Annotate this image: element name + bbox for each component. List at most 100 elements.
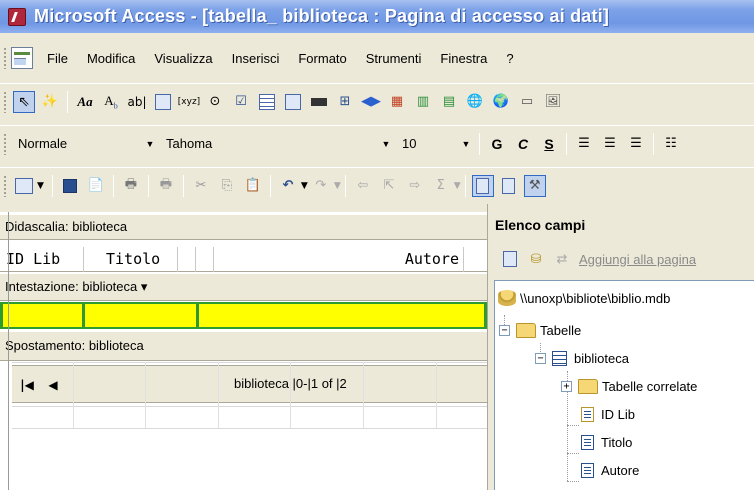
checkbox-icon[interactable]: ☑ [230, 91, 252, 113]
control-wizards-icon[interactable]: ✨ [39, 91, 61, 113]
add-to-page-link[interactable]: Aggiungi alla pagina [579, 252, 696, 267]
field-list-icon[interactable] [471, 174, 494, 197]
font-size-select[interactable]: 10 ▼ [395, 133, 475, 155]
tree-node-tables[interactable]: − Tabelle [499, 319, 581, 341]
chevron-down-icon[interactable]: ▼ [301, 181, 308, 191]
chevron-down-icon[interactable]: ▼ [37, 181, 44, 191]
document-icon[interactable] [11, 47, 33, 69]
navigation-section-bar[interactable]: Spostamento: biblioteca [0, 331, 487, 361]
tree-node-table[interactable]: − biblioteca [535, 347, 629, 369]
office-spreadsheet-icon[interactable]: ▤ [438, 91, 460, 113]
access-app-icon[interactable] [8, 7, 26, 26]
image-icon[interactable]: 🖼 [542, 91, 564, 113]
record-navigator[interactable]: |◀ ◀ biblioteca |0-|1 of |2 [12, 365, 487, 403]
chevron-down-icon[interactable]: ▼ [378, 139, 394, 149]
option-button-icon[interactable]: ⊙ [204, 91, 226, 113]
chevron-down-icon[interactable]: ▼ [454, 181, 461, 191]
menu-inserisci[interactable]: Inserisci [232, 51, 280, 66]
save-icon[interactable] [59, 175, 81, 197]
menu-modifica[interactable]: Modifica [87, 51, 135, 66]
toolbar-grip[interactable] [3, 132, 7, 155]
header-row-fields[interactable] [0, 302, 487, 329]
record-navigation-icon[interactable]: ◀▶ [360, 91, 382, 113]
collapse-icon[interactable]: − [535, 352, 546, 364]
header-section-bar[interactable]: Intestazione: biblioteca ▾ [0, 273, 487, 301]
undo-icon[interactable]: ↶ [277, 175, 299, 197]
menu-file[interactable]: File [47, 51, 68, 66]
database-connection-icon[interactable]: ⛁ [525, 248, 547, 270]
underline-button[interactable]: S [538, 133, 560, 155]
expand-icon[interactable]: + [561, 380, 572, 392]
database-icon [498, 290, 516, 306]
print-preview-icon[interactable]: 🖶 [155, 175, 177, 197]
align-right-icon[interactable]: ☰ [625, 133, 647, 155]
menu-strumenti[interactable]: Strumenti [366, 51, 422, 66]
print-icon[interactable]: 🖶 [120, 175, 142, 197]
group-icon[interactable]: ⇱ [378, 175, 400, 197]
font-select[interactable]: Tahoma ▼ [159, 133, 395, 155]
previous-record-icon[interactable]: ◀ [42, 374, 64, 396]
office-chart-icon[interactable]: ▥ [412, 91, 434, 113]
chevron-down-icon[interactable]: ▼ [142, 139, 158, 149]
label-icon[interactable]: Aa [74, 91, 96, 113]
grid-line [145, 362, 146, 428]
properties-icon[interactable]: ⚒ [523, 174, 546, 197]
collapse-icon[interactable]: − [499, 324, 510, 336]
add-to-page-icon[interactable]: ⇄ [551, 248, 573, 270]
caption-section-bar[interactable]: Didascalia: biblioteca [0, 214, 487, 240]
hyperlink-icon[interactable]: 🌐 [464, 91, 486, 113]
web-page-preview-icon[interactable]: 📄 [85, 175, 107, 197]
menu-visualizza[interactable]: Visualizza [154, 51, 212, 66]
style-select[interactable]: Normale ▼ [11, 133, 159, 155]
tree-node-field[interactable]: Autore [581, 459, 639, 481]
dropdown-list-icon[interactable] [152, 91, 174, 113]
align-center-icon[interactable]: ☰ [599, 133, 621, 155]
bound-span-icon[interactable]: Ab [100, 91, 122, 113]
view-icon[interactable] [13, 175, 35, 197]
office-pivottable-icon[interactable]: ▦ [386, 91, 408, 113]
expand-icon[interactable]: ⊞ [334, 91, 356, 113]
column-caption[interactable]: ID Lib [4, 247, 84, 272]
textbox-icon[interactable]: ab| [126, 91, 148, 113]
image-hyperlink-icon[interactable]: 🌍 [490, 91, 512, 113]
create-new-page-icon[interactable] [499, 248, 521, 270]
scrolling-text-icon[interactable]: [xyz] [178, 91, 200, 113]
redo-icon[interactable]: ↷ [310, 175, 332, 197]
table-icon [552, 350, 567, 366]
movie-icon[interactable]: ▭ [516, 91, 538, 113]
bold-button[interactable]: G [486, 133, 508, 155]
menu-formato[interactable]: Formato [298, 51, 346, 66]
listbox-icon[interactable] [256, 91, 278, 113]
command-button-icon[interactable] [308, 91, 330, 113]
copy-icon[interactable]: ⎘ [216, 175, 238, 197]
autosum-icon[interactable]: Σ [430, 175, 452, 197]
grid-line [363, 362, 364, 428]
chevron-down-icon[interactable]: ▼ [334, 181, 341, 191]
column-caption[interactable]: Titolo [84, 247, 178, 272]
paste-icon[interactable]: 📋 [242, 175, 264, 197]
tree-node-database[interactable]: \\unoxp\bibliote\biblio.mdb [498, 287, 670, 309]
toolbar-grip[interactable] [3, 90, 7, 113]
menu-finestra[interactable]: Finestra [440, 51, 487, 66]
tree-node-field[interactable]: ID Lib [581, 403, 635, 425]
title-bar[interactable]: Microsoft Access - [tabella_ biblioteca … [0, 0, 754, 33]
tree-node-related-tables[interactable]: + Tabelle correlate [561, 375, 697, 397]
column-caption[interactable]: Autore [214, 247, 464, 272]
toolbar-grip[interactable] [3, 47, 7, 69]
menu-help[interactable]: ? [506, 51, 513, 66]
promote-icon[interactable]: ⇦ [352, 175, 374, 197]
italic-button[interactable]: C [512, 133, 534, 155]
chevron-down-icon[interactable]: ▼ [458, 139, 474, 149]
first-record-icon[interactable]: |◀ [16, 374, 38, 396]
toolbar-grip[interactable] [3, 174, 7, 197]
toolbar-separator [344, 174, 346, 197]
select-objects-icon[interactable]: ⇖ [13, 90, 35, 113]
numbering-icon[interactable]: ☷ [660, 133, 682, 155]
toolbox-icon[interactable] [498, 175, 520, 197]
combo-box-icon[interactable] [282, 91, 304, 113]
demote-icon[interactable]: ⇨ [404, 175, 426, 197]
cut-icon[interactable]: ✂ [190, 175, 212, 197]
align-left-icon[interactable]: ☰ [573, 133, 595, 155]
field-border [196, 304, 199, 327]
tree-node-field[interactable]: Titolo [581, 431, 632, 453]
